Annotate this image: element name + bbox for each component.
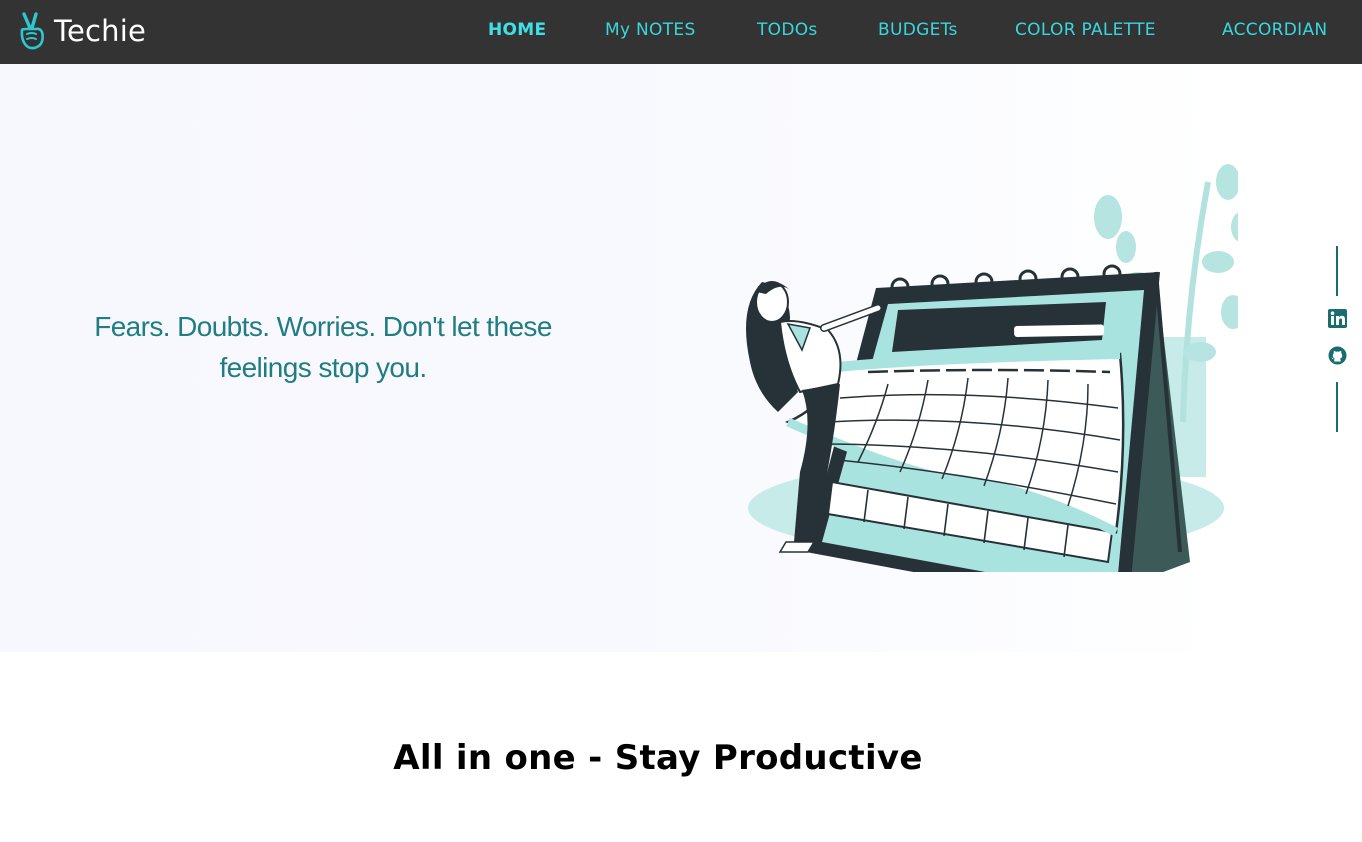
hero-section: Fears. Doubts. Worries. Don't let these … (0, 64, 1362, 652)
woman-flipping-calendar-illustration (746, 164, 1238, 572)
nav-link-todos[interactable]: TODOs (757, 20, 818, 40)
nav-link-accordian[interactable]: ACCORDIAN (1222, 20, 1327, 40)
nav-link-color-palette[interactable]: COLOR PALETTE (1015, 20, 1156, 40)
brand-name: Techie (54, 14, 147, 48)
github-icon[interactable] (1328, 346, 1347, 365)
social-divider-bottom (1336, 382, 1338, 432)
linkedin-icon[interactable] (1328, 309, 1347, 328)
brand-logo[interactable]: Techie (18, 12, 146, 50)
section-heading: All in one - Stay Productive (393, 738, 923, 778)
social-divider-top (1336, 246, 1338, 296)
nav-link-notes[interactable]: My NOTES (605, 20, 696, 40)
nav-link-budgets[interactable]: BUDGETs (878, 20, 958, 40)
hero-quote: Fears. Doubts. Worries. Don't let these … (94, 311, 552, 383)
peace-hand-icon (20, 12, 44, 50)
navbar: Techie HOME My NOTES TODOs BUDGETs COLOR… (0, 0, 1362, 64)
nav-link-home[interactable]: HOME (488, 20, 546, 40)
